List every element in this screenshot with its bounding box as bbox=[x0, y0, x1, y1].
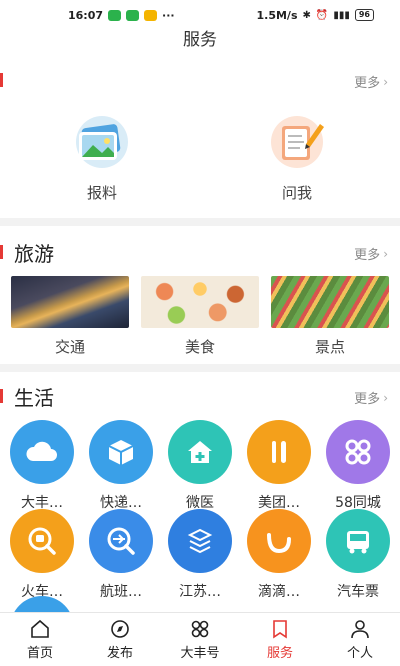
life-item-58[interactable]: 58同城 bbox=[323, 420, 393, 512]
travel-label-traffic: 交通 bbox=[54, 338, 85, 356]
life-item-express[interactable]: 快递… bbox=[86, 420, 156, 512]
food-photo bbox=[141, 276, 259, 328]
section-divider bbox=[0, 218, 400, 226]
section-accent-bar bbox=[0, 73, 3, 87]
home-icon bbox=[31, 619, 49, 638]
notification-app-icon bbox=[144, 9, 158, 21]
more-notifications-indicator: ··· bbox=[162, 8, 175, 22]
grid-icon bbox=[326, 420, 390, 484]
train-search-icon bbox=[10, 509, 74, 573]
notepad-pencil-icon bbox=[271, 116, 324, 168]
utensils-icon bbox=[247, 420, 311, 484]
compass-icon bbox=[111, 619, 129, 638]
life-label: 航班… bbox=[100, 584, 142, 600]
tab-label: 发布 bbox=[106, 645, 133, 661]
travel-tile-food[interactable]: 美食 bbox=[141, 276, 259, 357]
didi-icon bbox=[247, 509, 311, 573]
life-more-link[interactable]: 更多 › bbox=[354, 388, 388, 408]
life-item-train[interactable]: 火车… bbox=[7, 509, 77, 601]
section-accent-bar bbox=[0, 389, 3, 403]
bluetooth-icon: ✱ bbox=[302, 9, 311, 21]
status-time: 16:07 bbox=[68, 8, 104, 22]
tab-dafeng[interactable]: 大丰号 bbox=[160, 613, 240, 666]
life-item-jiangsu[interactable]: 江苏… bbox=[165, 509, 235, 601]
tab-service[interactable]: 服务 bbox=[240, 613, 320, 666]
chevron-right-icon: › bbox=[383, 74, 388, 89]
terraced-fields-photo bbox=[271, 276, 389, 328]
status-left: 16:07 ··· bbox=[68, 9, 175, 22]
person-icon bbox=[351, 619, 369, 638]
chevron-right-icon: › bbox=[383, 390, 388, 405]
life-item-didi[interactable]: 滴滴… bbox=[244, 509, 314, 601]
plane-search-icon bbox=[89, 509, 153, 573]
bus-icon bbox=[326, 509, 390, 573]
tab-label: 个人 bbox=[346, 645, 373, 661]
ask-tile[interactable]: 问我 bbox=[232, 114, 362, 203]
package-icon bbox=[89, 420, 153, 484]
more-label: 更多 bbox=[354, 392, 381, 407]
battery-icon: 96 bbox=[354, 9, 374, 21]
tab-home[interactable]: 首页 bbox=[0, 613, 80, 666]
status-right: 1.5M/s ✱ ⏰ ▮▮▮ 96 bbox=[256, 8, 374, 22]
tab-label: 首页 bbox=[26, 645, 53, 661]
page-title: 服务 bbox=[183, 30, 217, 50]
travel-more-link[interactable]: 更多 › bbox=[354, 244, 388, 264]
tab-profile[interactable]: 个人 bbox=[320, 613, 400, 666]
bookmark-icon bbox=[273, 619, 287, 638]
life-label: 江苏… bbox=[179, 584, 221, 600]
life-section-header: 生活 更多 › bbox=[0, 380, 400, 414]
section-divider bbox=[0, 364, 400, 372]
network-icon bbox=[168, 509, 232, 573]
chevron-right-icon: › bbox=[383, 246, 388, 261]
travel-section-header: 旅游 更多 › bbox=[0, 236, 400, 270]
life-label: 滴滴… bbox=[258, 584, 300, 600]
photo-icon bbox=[76, 116, 128, 168]
travel-tile-scenic[interactable]: 景点 bbox=[271, 276, 389, 357]
life-item-meituan[interactable]: 美团… bbox=[244, 420, 314, 512]
bottom-tab-bar: 首页 发布 大丰号 服务 个人 bbox=[0, 612, 400, 666]
alarm-icon: ⏰ bbox=[315, 9, 329, 21]
top-section-header: 更多 › bbox=[0, 64, 400, 98]
travel-label-food: 美食 bbox=[184, 338, 215, 356]
travel-title: 旅游 bbox=[14, 242, 54, 266]
city-traffic-photo bbox=[11, 276, 129, 328]
life-item-medical[interactable]: 微医 bbox=[165, 420, 235, 512]
report-tile[interactable]: 报料 bbox=[37, 114, 167, 203]
wechat-icon bbox=[126, 9, 140, 21]
travel-label-scenic: 景点 bbox=[314, 338, 345, 356]
more-label: 更多 bbox=[354, 76, 381, 91]
travel-tile-traffic[interactable]: 交通 bbox=[11, 276, 129, 357]
tab-label: 大丰号 bbox=[180, 645, 220, 661]
life-item-bus[interactable]: 汽车票 bbox=[323, 509, 393, 601]
signal-icon: ▮▮▮ bbox=[333, 9, 350, 21]
network-speed: 1.5M/s bbox=[256, 8, 298, 22]
life-item-flight[interactable]: 航班… bbox=[86, 509, 156, 601]
battery-level: 96 bbox=[358, 10, 370, 19]
medical-house-icon bbox=[168, 420, 232, 484]
grid-icon bbox=[191, 620, 209, 637]
wechat-icon bbox=[108, 9, 122, 21]
top-more-link[interactable]: 更多 › bbox=[354, 72, 388, 92]
more-label: 更多 bbox=[354, 248, 381, 263]
report-label: 报料 bbox=[86, 184, 117, 202]
ask-label: 问我 bbox=[281, 184, 312, 202]
tab-publish[interactable]: 发布 bbox=[80, 613, 160, 666]
status-bar: 16:07 ··· 1.5M/s ✱ ⏰ ▮▮▮ 96 bbox=[0, 0, 400, 30]
life-item-weather[interactable]: 大丰… bbox=[7, 420, 77, 512]
life-label: 汽车票 bbox=[337, 584, 379, 600]
tab-label: 服务 bbox=[266, 645, 293, 661]
life-title: 生活 bbox=[14, 386, 54, 410]
section-accent-bar bbox=[0, 245, 3, 259]
cloud-icon bbox=[10, 420, 74, 484]
